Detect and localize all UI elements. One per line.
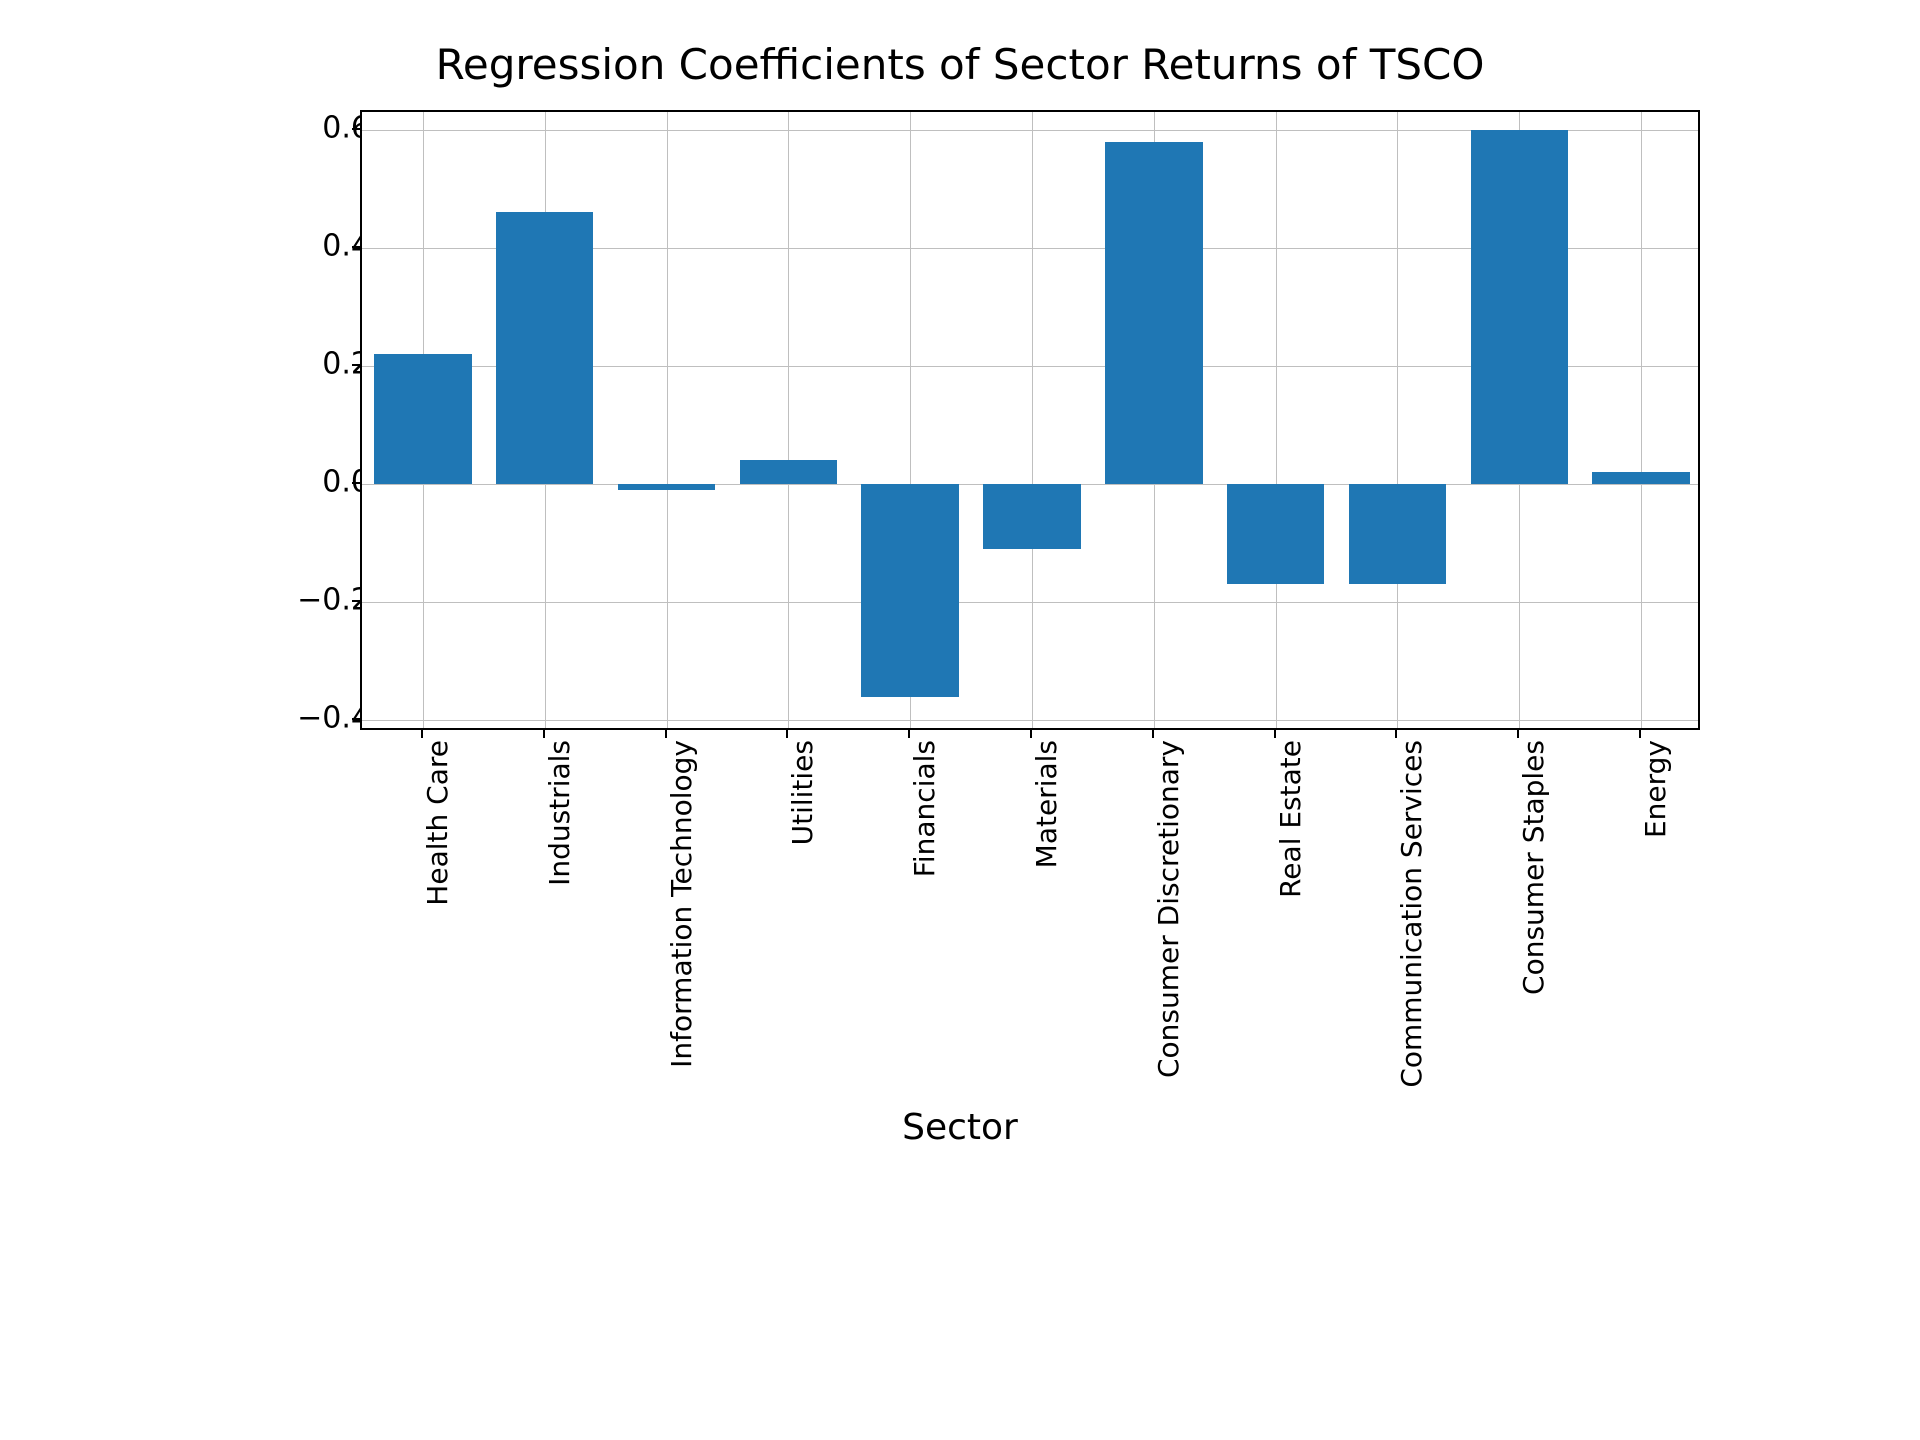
x-tick-label: Materials (1030, 740, 1063, 868)
x-tick-mark (1395, 730, 1397, 738)
x-tick-mark (1152, 730, 1154, 738)
plot-area (360, 110, 1700, 730)
y-tick-mark (352, 364, 360, 366)
x-tick-label: Industrials (543, 740, 576, 886)
x-tick-mark (1639, 730, 1641, 738)
x-tick-label: Utilities (786, 740, 819, 845)
bar (1592, 472, 1689, 484)
x-tick-mark (1030, 730, 1032, 738)
gridline-vertical (667, 112, 668, 728)
x-tick-label: Health Care (421, 740, 454, 906)
bar (740, 460, 837, 484)
x-tick-mark (543, 730, 545, 738)
x-tick-mark (1517, 730, 1519, 738)
y-tick-mark (352, 128, 360, 130)
x-tick-label: Financials (908, 740, 941, 877)
bar (1471, 130, 1568, 484)
x-axis-label: Sector (180, 1107, 1740, 1148)
gridline-horizontal (362, 720, 1698, 721)
bar (1227, 484, 1324, 584)
x-tick-mark (1274, 730, 1276, 738)
bar (374, 354, 471, 484)
x-tick-label: Information Technology (665, 740, 698, 1068)
x-tick-mark (786, 730, 788, 738)
x-tick-mark (421, 730, 423, 738)
x-tick-label: Real Estate (1274, 740, 1307, 898)
gridline-vertical (1397, 112, 1398, 728)
x-tick-mark (908, 730, 910, 738)
bar (1349, 484, 1446, 584)
gridline-vertical (1032, 112, 1033, 728)
bar (861, 484, 958, 697)
y-tick-mark (352, 482, 360, 484)
chart-figure: Regression Coefficients of Sector Return… (180, 40, 1740, 1280)
bar (618, 484, 715, 490)
bar (1105, 142, 1202, 484)
y-tick-mark (352, 246, 360, 248)
bar (496, 212, 593, 484)
x-tick-label: Communication Services (1395, 740, 1428, 1088)
x-tick-label: Energy (1639, 740, 1672, 838)
gridline-vertical (1641, 112, 1642, 728)
x-tick-mark (665, 730, 667, 738)
x-tick-label: Consumer Discretionary (1152, 740, 1185, 1078)
page: Regression Coefficients of Sector Return… (0, 0, 1920, 1440)
gridline-horizontal (362, 602, 1698, 603)
y-tick-mark (352, 600, 360, 602)
bar (983, 484, 1080, 549)
x-tick-label: Consumer Staples (1517, 740, 1550, 995)
gridline-vertical (788, 112, 789, 728)
gridline-vertical (1276, 112, 1277, 728)
y-tick-mark (352, 718, 360, 720)
chart-title: Regression Coefficients of Sector Return… (180, 40, 1740, 89)
